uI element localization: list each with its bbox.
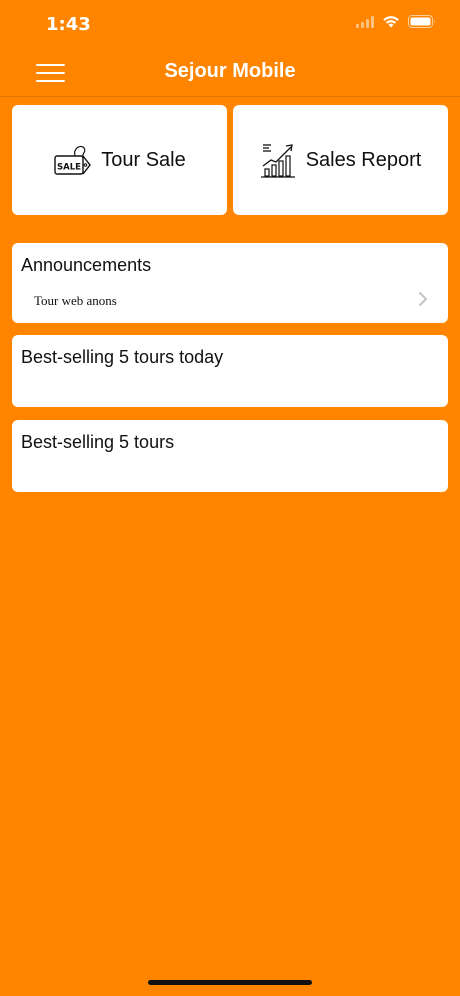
svg-text:SALE: SALE bbox=[57, 163, 81, 173]
chevron-right-icon bbox=[419, 292, 427, 306]
sale-tag-icon: SALE bbox=[54, 145, 92, 175]
page-title: Sejour Mobile bbox=[164, 60, 296, 82]
sales-report-button[interactable]: Sales Report bbox=[233, 105, 448, 215]
list-item[interactable]: Tour web anons bbox=[12, 287, 448, 315]
bar-chart-growth-icon bbox=[260, 144, 295, 178]
nav-bar: Sejour Mobile bbox=[0, 50, 460, 97]
best-selling-today-card[interactable]: Best-selling 5 tours today bbox=[12, 335, 448, 407]
best-selling-today-title: Best-selling 5 tours today bbox=[21, 347, 224, 367]
announcements-card: Announcements Tour web anons bbox=[12, 243, 448, 323]
battery-icon bbox=[408, 15, 435, 28]
home-indicator[interactable] bbox=[148, 980, 312, 985]
tour-sale-label: Tour Sale bbox=[101, 148, 186, 171]
status-icons bbox=[356, 15, 436, 28]
tour-sale-button[interactable]: SALE Tour Sale bbox=[12, 105, 227, 215]
cellular-signal-icon bbox=[356, 15, 374, 28]
announcements-title: Announcements bbox=[21, 255, 152, 275]
best-selling-card[interactable]: Best-selling 5 tours bbox=[12, 420, 448, 492]
announcement-item-label: Tour web anons bbox=[34, 293, 117, 308]
status-time: 1:43 bbox=[46, 14, 91, 35]
wifi-icon bbox=[383, 16, 399, 28]
best-selling-title: Best-selling 5 tours bbox=[21, 432, 175, 452]
sales-report-label: Sales Report bbox=[305, 148, 422, 171]
status-bar: 1:43 bbox=[0, 0, 460, 50]
